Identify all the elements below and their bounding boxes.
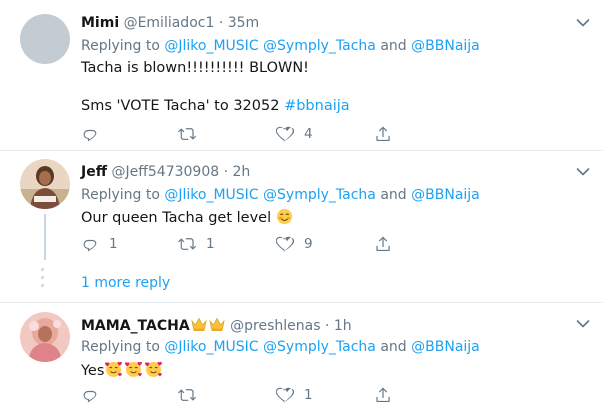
share-button[interactable] (374, 125, 392, 143)
mention-link[interactable]: @Jliko_MUSIC (164, 38, 258, 54)
share-icon (374, 386, 392, 404)
like-count: 1 (304, 387, 313, 403)
avatar[interactable] (20, 159, 70, 209)
avatar-photo (20, 159, 70, 209)
retweet-button[interactable] (178, 386, 206, 404)
tweet-text-line: Yes (81, 360, 164, 379)
mention-link[interactable]: @Jliko_MUSIC (164, 339, 258, 355)
reply-button[interactable] (81, 125, 109, 143)
share-icon (374, 235, 392, 253)
and-label: and (380, 187, 407, 203)
separator-dot: · (223, 164, 229, 180)
mention-link[interactable]: @Jliko_MUSIC (164, 187, 258, 203)
and-label: and (380, 38, 407, 54)
like-count: 9 (304, 236, 313, 252)
reply-tweet-mama-tacha[interactable]: MAMA_TACHA @preshlenas · 1h Replying to … (0, 303, 603, 413)
tweet-header: Jeff @Jeff54730908 · 2h (81, 164, 250, 180)
mention-link[interactable]: @BBNaija (411, 38, 480, 54)
like-button[interactable]: 9 (276, 235, 313, 253)
avatar-photo (20, 312, 70, 362)
thread-dots (41, 268, 44, 292)
and-label: and (380, 339, 407, 355)
separator-dot: · (324, 318, 330, 334)
replying-to: Replying to @Jliko_MUSIC @Symply_Tacha a… (81, 339, 480, 355)
share-icon (374, 125, 392, 143)
show-more-replies-link[interactable]: 1 more reply (81, 275, 170, 291)
retweet-count: 1 (206, 236, 215, 252)
crown-emoji (191, 317, 207, 331)
reply-button[interactable] (81, 386, 109, 404)
mention-link[interactable]: @BBNaija (411, 339, 480, 355)
user-handle[interactable]: @Jeff54730908 (112, 164, 220, 180)
replying-to-label: Replying to (81, 187, 160, 203)
reply-icon (81, 235, 99, 253)
replying-to-label: Replying to (81, 38, 160, 54)
smiling-face-emoji (276, 208, 292, 225)
heart-icon (276, 386, 294, 404)
replying-to: Replying to @Jliko_MUSIC @Symply_Tacha a… (81, 187, 480, 203)
replying-to-label: Replying to (81, 339, 160, 355)
replying-to: Replying to @Jliko_MUSIC @Symply_Tacha a… (81, 38, 480, 54)
chevron-down-icon[interactable] (576, 18, 590, 28)
tweet-text: Yes (81, 363, 105, 379)
mention-link[interactable]: @BBNaija (411, 187, 480, 203)
retweet-button[interactable]: 1 (178, 235, 215, 253)
tweet-actions: 4 (81, 125, 401, 145)
tweet-actions: 1 (81, 386, 401, 406)
tweet-header: MAMA_TACHA @preshlenas · 1h (81, 316, 352, 334)
reply-tweet-mimi[interactable]: Mimi @Emiliadoc1 · 35m Replying to @Jlik… (0, 0, 603, 150)
reply-icon (81, 386, 99, 404)
timestamp[interactable]: 35m (228, 15, 259, 31)
hashtag-link[interactable]: #bbnaija (284, 98, 350, 114)
reply-icon (81, 125, 99, 143)
tweet-actions: 1 1 9 (81, 235, 401, 255)
like-button[interactable]: 1 (276, 386, 313, 404)
like-count: 4 (304, 126, 313, 142)
user-handle[interactable]: @Emiliadoc1 (124, 15, 215, 31)
tweet-text-line: Sms 'VOTE Tacha' to 32052 #bbnaija (81, 98, 350, 114)
mention-link[interactable]: @Symply_Tacha (263, 187, 376, 203)
tweet-text-line: Tacha is blown!!!!!!!!!! BLOWN! (81, 60, 309, 76)
reply-count: 1 (109, 236, 118, 252)
retweet-button[interactable] (178, 125, 206, 143)
tweet-text-line: Our queen Tacha get level (81, 208, 294, 226)
mention-link[interactable]: @Symply_Tacha (263, 339, 376, 355)
separator-dot: · (218, 15, 224, 31)
display-name[interactable]: MAMA_TACHA (81, 318, 190, 334)
timestamp[interactable]: 2h (233, 164, 251, 180)
mention-link[interactable]: @Symply_Tacha (263, 38, 376, 54)
chevron-down-icon[interactable] (576, 319, 590, 329)
crown-emoji (209, 317, 225, 331)
retweet-icon (178, 235, 196, 253)
smiling-face-with-hearts-emoji (145, 361, 163, 377)
chevron-down-icon[interactable] (576, 167, 590, 177)
smiling-face-with-hearts-emoji (125, 361, 143, 377)
retweet-icon (178, 386, 196, 404)
tweet-text: Our queen Tacha get level (81, 210, 272, 226)
timestamp[interactable]: 1h (334, 318, 352, 334)
user-handle[interactable]: @preshlenas (230, 318, 320, 334)
display-name[interactable]: Jeff (81, 164, 107, 180)
heart-icon (276, 235, 294, 253)
avatar[interactable] (20, 312, 70, 362)
tweet-header: Mimi @Emiliadoc1 · 35m (81, 15, 259, 31)
share-button[interactable] (374, 235, 392, 253)
display-name[interactable]: Mimi (81, 15, 119, 31)
like-button[interactable]: 4 (276, 125, 313, 143)
tweet-text: Sms 'VOTE Tacha' to 32052 (81, 98, 280, 114)
heart-icon (276, 125, 294, 143)
retweet-icon (178, 125, 196, 143)
smiling-face-with-hearts-emoji (105, 361, 123, 377)
avatar[interactable] (20, 14, 70, 64)
reply-button[interactable]: 1 (81, 235, 118, 253)
share-button[interactable] (374, 386, 392, 404)
thread-line (44, 214, 46, 260)
